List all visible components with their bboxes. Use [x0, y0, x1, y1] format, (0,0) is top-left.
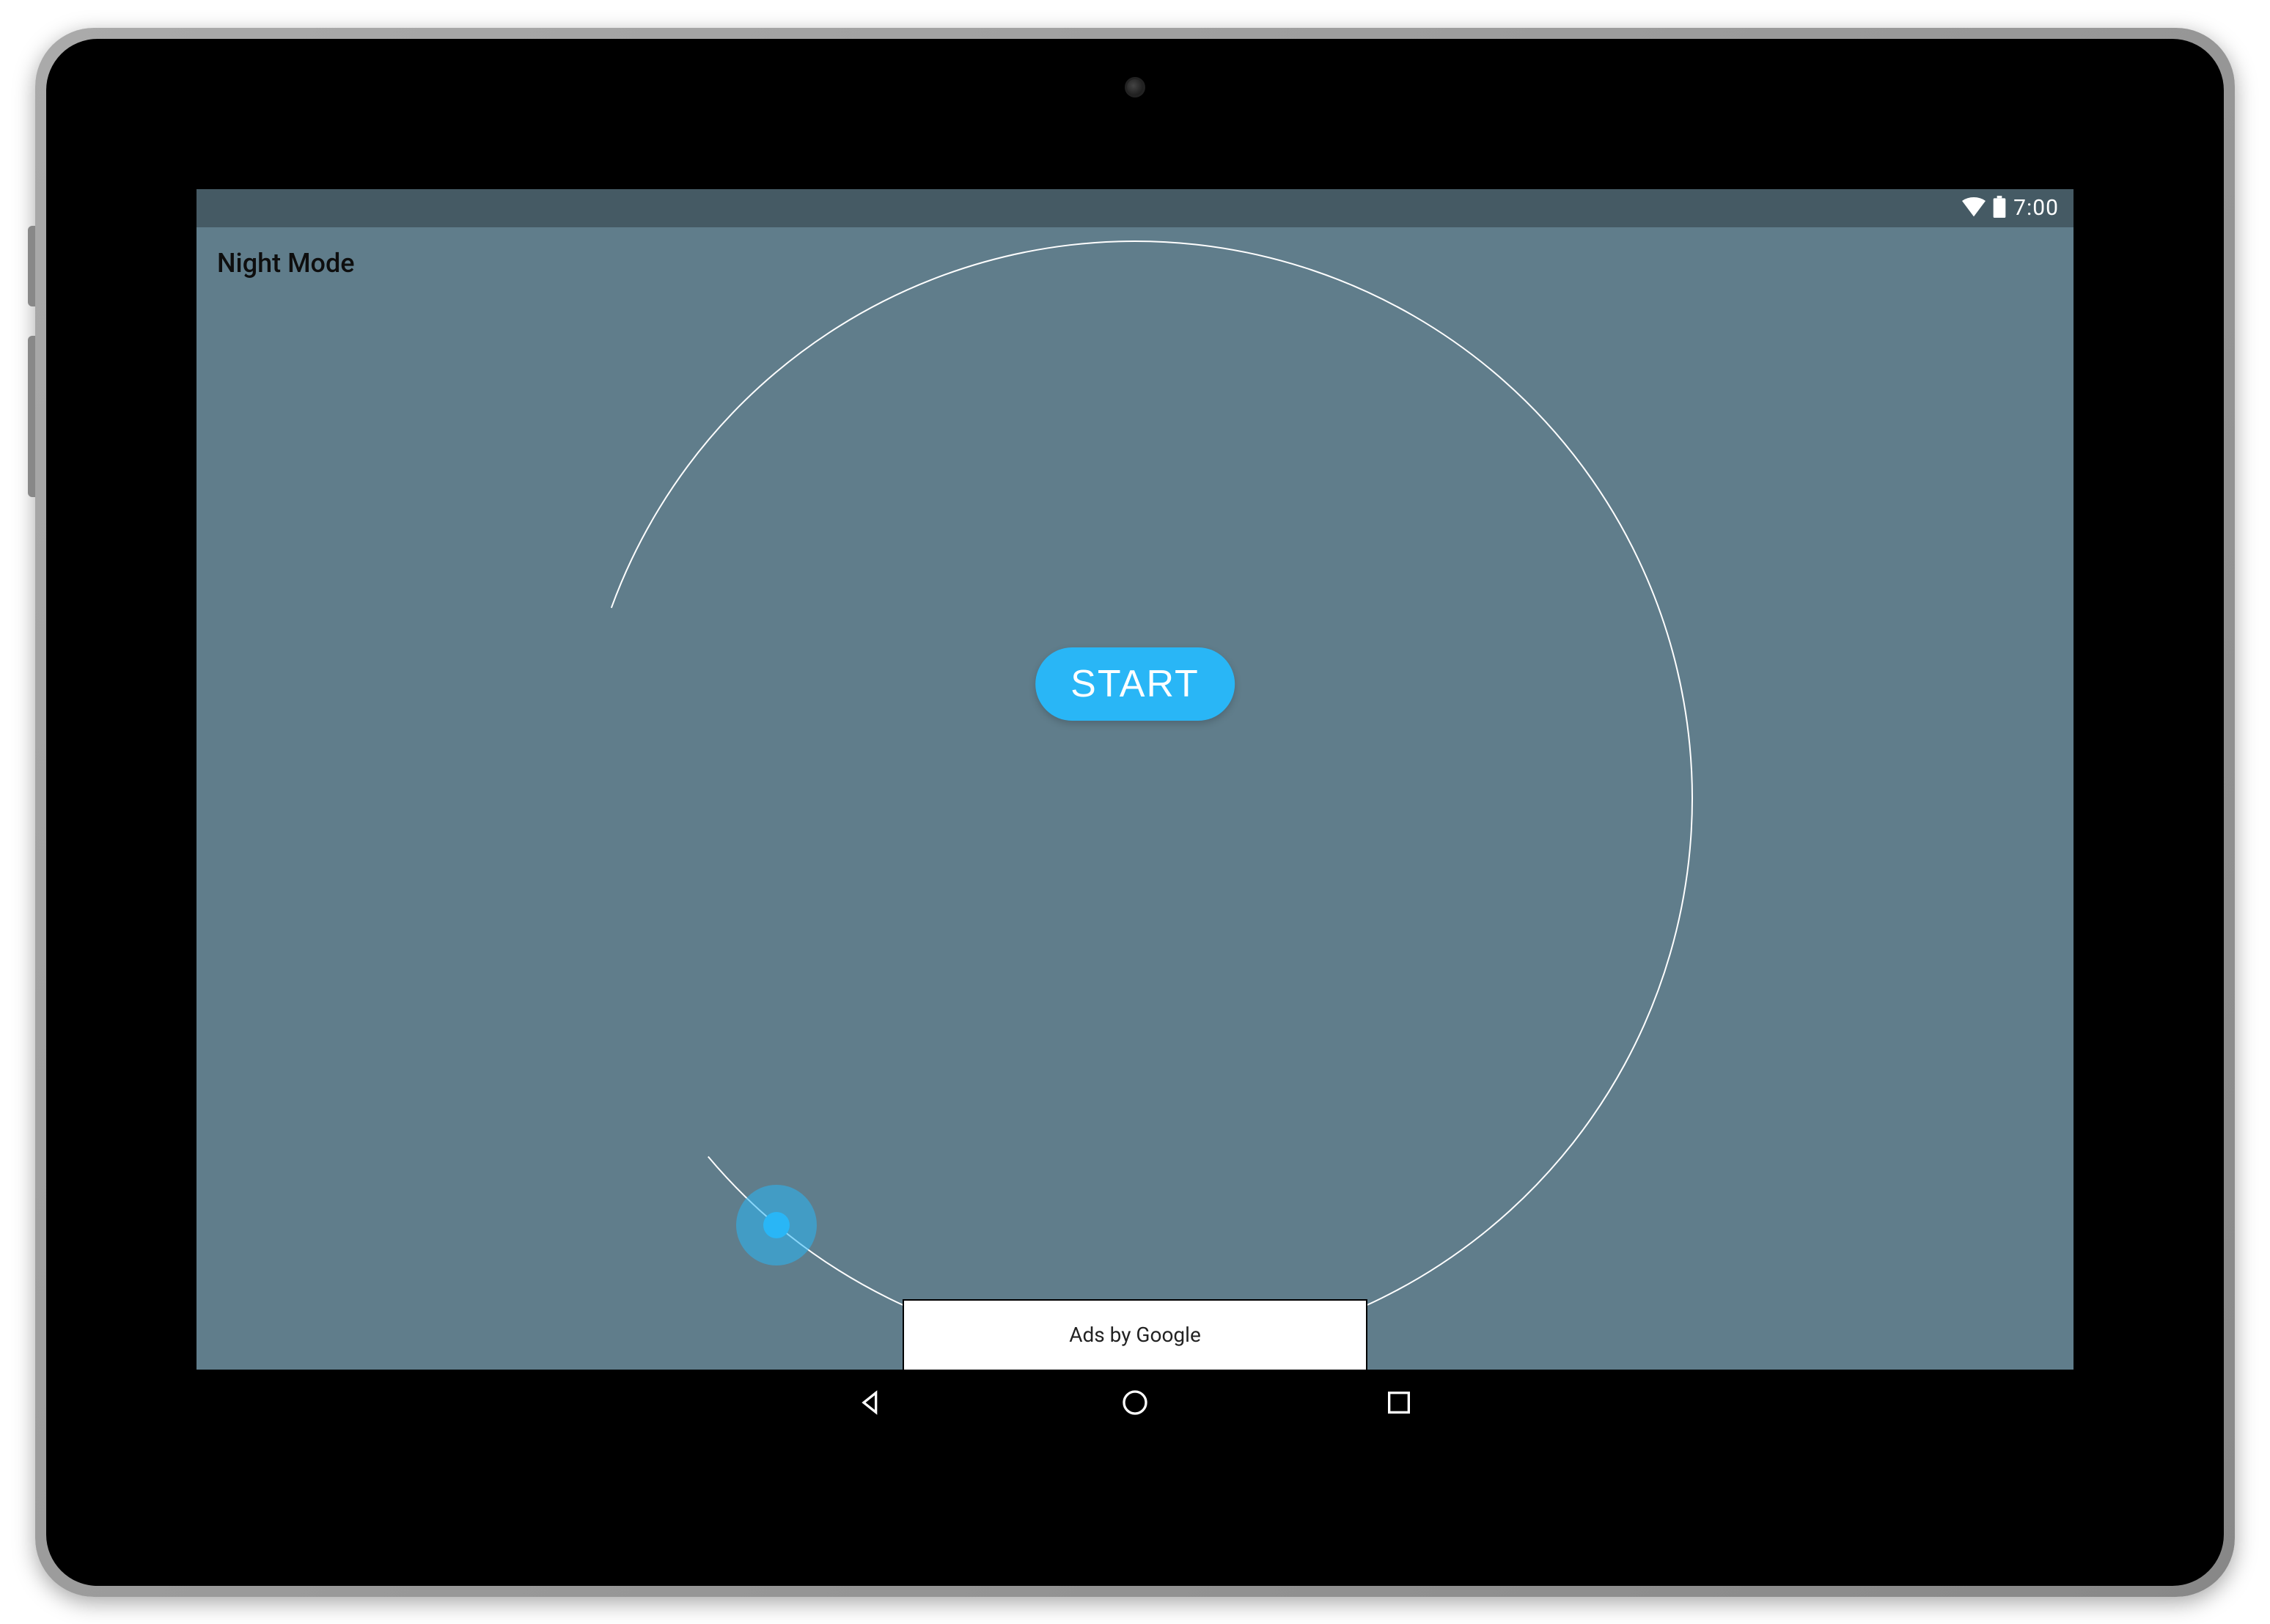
dial: START	[196, 227, 2074, 1370]
status-bar: 7:00	[196, 189, 2074, 227]
tablet-frame: 7:00 Night Mode START Ads by G	[0, 0, 2270, 1624]
wifi-icon	[1962, 196, 1986, 220]
tablet-side-button-1	[28, 226, 35, 306]
tablet-bezel: 7:00 Night Mode START Ads by G	[46, 39, 2224, 1586]
battery-icon	[1993, 196, 2006, 221]
screen: 7:00 Night Mode START Ads by G	[196, 189, 2074, 1436]
dial-handle-core	[763, 1212, 790, 1238]
status-time: 7:00	[2013, 195, 2059, 221]
tablet-side-button-2	[28, 336, 35, 497]
tablet-body: 7:00 Night Mode START Ads by G	[35, 28, 2235, 1597]
home-icon[interactable]	[1120, 1388, 1150, 1417]
recents-icon[interactable]	[1384, 1388, 1414, 1417]
back-icon[interactable]	[856, 1388, 886, 1417]
tablet-camera	[1125, 77, 1145, 98]
navigation-bar	[196, 1370, 2074, 1436]
ad-banner[interactable]: Ads by Google	[903, 1299, 1367, 1370]
app-area: Night Mode START Ads by Google	[196, 227, 2074, 1370]
ad-label: Ads by Google	[1069, 1323, 1201, 1347]
dial-handle[interactable]	[736, 1185, 817, 1265]
dial-arc	[534, 227, 1736, 1370]
start-button[interactable]: START	[1035, 647, 1235, 721]
